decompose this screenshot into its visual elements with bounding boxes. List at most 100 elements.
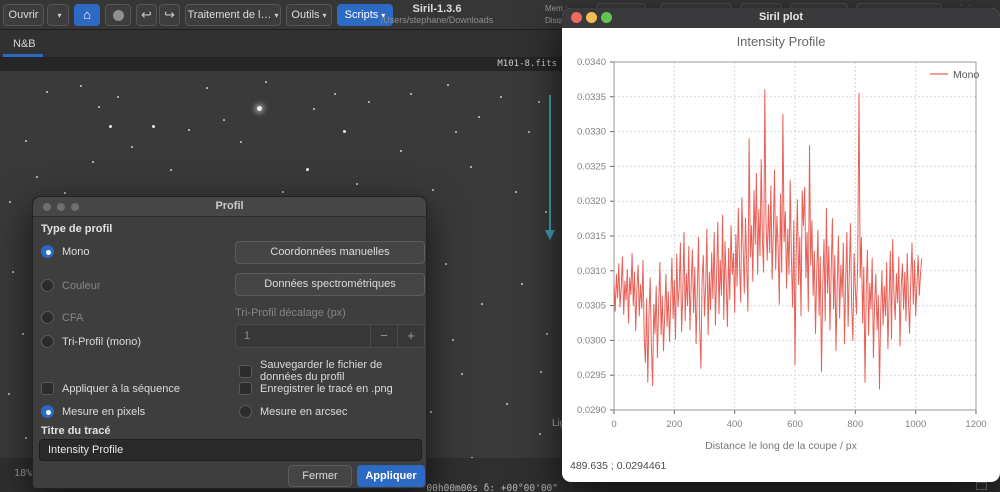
checkbox-icon [239, 382, 252, 395]
svg-text:800: 800 [847, 419, 863, 430]
spectrometric-data-button[interactable]: Données spectrométriques [235, 273, 425, 296]
profile-arrowhead-icon [545, 230, 555, 240]
radio-measure-arcsec[interactable]: Mesure en arcsec [239, 405, 347, 418]
star [92, 161, 95, 164]
redo-button[interactable]: ↪ [159, 4, 180, 26]
svg-text:600: 600 [787, 419, 803, 430]
star [313, 108, 316, 111]
plot-cursor-readout: 489.635 ; 0.0294461 [570, 460, 667, 472]
star [240, 141, 242, 143]
plot-title-input[interactable]: Intensity Profile [39, 439, 422, 461]
manual-coordinates-button[interactable]: Coordonnées manuelles [235, 241, 425, 264]
spinner-decrement-button[interactable]: − [370, 325, 397, 347]
undo-icon: ↩ [141, 7, 152, 22]
close-button[interactable]: Fermer [288, 465, 352, 487]
profile-line-arrow [549, 95, 551, 231]
radio-mono[interactable]: Mono [41, 245, 90, 258]
svg-text:0.0290: 0.0290 [577, 405, 606, 416]
star [528, 131, 530, 133]
plot-title-label: Titre du tracé [41, 425, 111, 437]
checkbox-save-data[interactable]: Sauvegarder le fichier de données du pro… [239, 359, 426, 383]
star [478, 116, 480, 118]
star [400, 150, 403, 153]
star [170, 169, 172, 171]
star [461, 373, 463, 375]
chevron-down-icon: ▾ [322, 11, 327, 20]
star [9, 201, 11, 203]
star [430, 411, 432, 413]
star [432, 189, 434, 191]
star [515, 191, 517, 193]
star [109, 125, 113, 129]
resize-grip[interactable] [976, 482, 987, 490]
radio-tri-profil[interactable]: Tri-Profil (mono) [41, 335, 141, 348]
undo-button[interactable]: ↩ [136, 4, 157, 26]
star [117, 96, 119, 98]
radio-icon [41, 405, 54, 418]
spinner-increment-button[interactable]: + [397, 325, 424, 347]
star [343, 130, 346, 133]
radio-icon [41, 311, 54, 324]
dialog-titlebar[interactable]: Profil [33, 197, 426, 217]
profil-dialog: Profil Type de profil Mono Couleur CFA T… [32, 196, 427, 489]
star [64, 192, 67, 195]
working-directory: /Users/stephane/Downloads [380, 15, 494, 25]
star [506, 403, 508, 405]
star [36, 176, 38, 178]
svg-text:0.0330: 0.0330 [577, 127, 606, 138]
open-dropdown-button[interactable]: ▾ [47, 4, 69, 26]
checkbox-icon [239, 364, 252, 378]
checkbox-apply-sequence[interactable]: Appliquer à la séquence [41, 382, 180, 395]
plot-window-titlebar[interactable]: Siril plot [562, 8, 1000, 28]
open-button[interactable]: Ouvrir [3, 4, 44, 26]
radio-couleur[interactable]: Couleur [41, 279, 101, 292]
checkbox-icon [41, 382, 54, 395]
svg-text:200: 200 [666, 419, 682, 430]
star [356, 183, 358, 185]
star [206, 87, 208, 89]
svg-text:1200: 1200 [965, 419, 986, 430]
svg-text:0.0305: 0.0305 [577, 301, 606, 312]
svg-text:1000: 1000 [905, 419, 926, 430]
radio-icon [41, 279, 54, 292]
star [265, 81, 267, 83]
svg-text:0: 0 [611, 419, 616, 430]
home-button[interactable]: ⌂ [74, 4, 100, 26]
star [131, 146, 133, 148]
radio-icon [239, 405, 252, 418]
apply-button[interactable]: Appliquer [357, 465, 425, 487]
checkbox-save-png[interactable]: Enregistrer le tracé en .png [239, 382, 393, 395]
radio-icon [41, 335, 54, 348]
tab-active-underline [3, 54, 43, 57]
svg-text:0.0340: 0.0340 [577, 57, 606, 68]
star [98, 106, 100, 108]
star [223, 119, 225, 121]
star [445, 263, 447, 265]
star [410, 93, 412, 95]
zoom-level: 18% [14, 468, 33, 479]
star [12, 271, 14, 273]
star [545, 211, 547, 213]
intensity-profile-chart: 0 200 400 600 800 1000 1200 0.0290 0.0295 0.0300 0… [577, 57, 987, 430]
redo-icon: ↪ [164, 7, 175, 22]
svg-text:0.0335: 0.0335 [577, 92, 606, 103]
processing-menu-button[interactable]: Traitement de l… ▾ [185, 4, 281, 26]
radio-cfa[interactable]: CFA [41, 311, 83, 324]
plot-window-title: Siril plot [759, 11, 803, 23]
star [188, 129, 191, 132]
star [481, 303, 483, 305]
tri-offset-spinner[interactable]: 1 − + [235, 324, 425, 348]
star [447, 84, 449, 86]
radio-icon [41, 245, 54, 258]
star [540, 371, 542, 373]
star [25, 140, 27, 142]
legend-mono: Mono [953, 69, 979, 81]
tools-menu-button[interactable]: Outils ▾ [286, 4, 332, 26]
record-button[interactable] [105, 4, 131, 26]
radio-measure-pixels[interactable]: Mesure en pixels [41, 405, 145, 418]
profile-type-section-label: Type de profil [41, 223, 113, 235]
star [282, 191, 284, 193]
star [452, 339, 454, 341]
tab-nb[interactable]: N&B [13, 38, 36, 50]
star [80, 85, 82, 87]
